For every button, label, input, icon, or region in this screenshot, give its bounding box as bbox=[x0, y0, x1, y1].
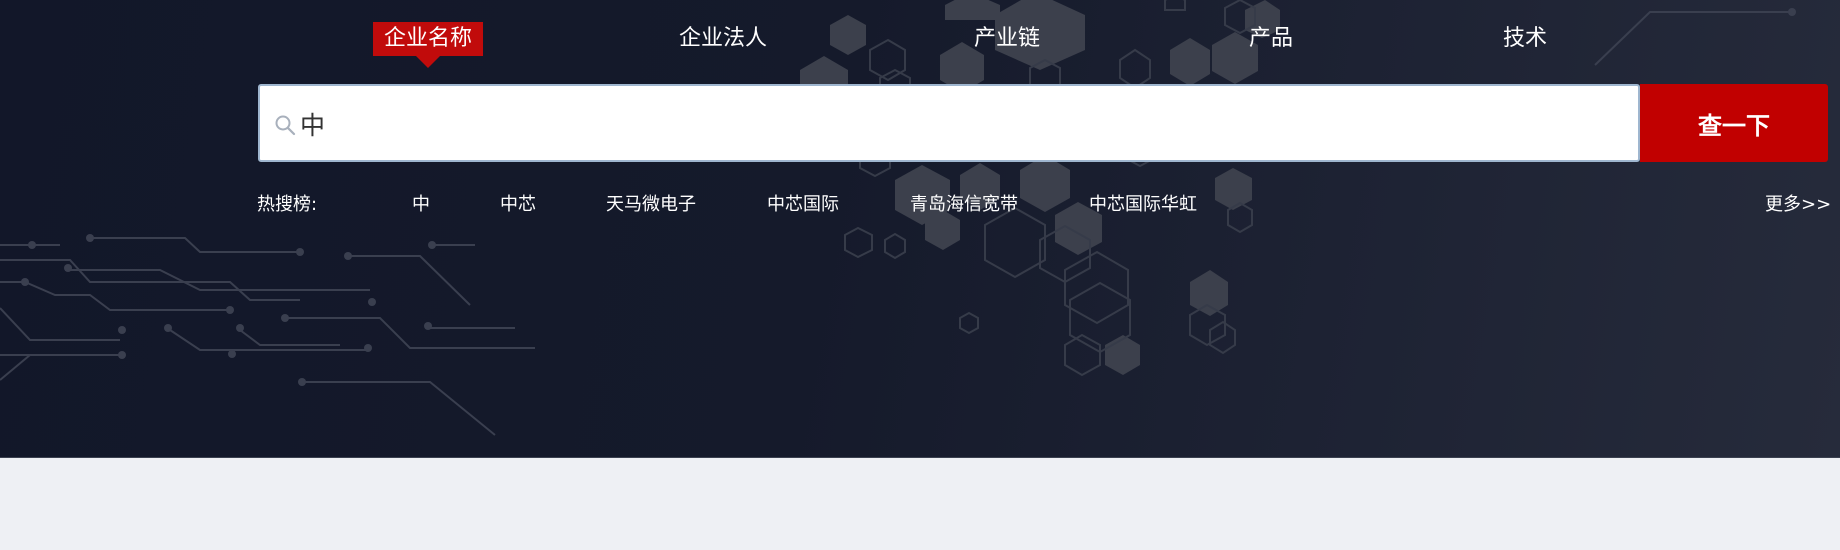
tab-product[interactable]: 产品 bbox=[1249, 22, 1293, 56]
search-box bbox=[258, 84, 1640, 162]
search-input[interactable] bbox=[298, 96, 1602, 152]
content-area bbox=[0, 458, 1840, 550]
tab-industry-chain[interactable]: 产业链 bbox=[974, 22, 1040, 56]
search-button[interactable]: 查一下 bbox=[1640, 84, 1828, 162]
tab-technology[interactable]: 技术 bbox=[1503, 22, 1547, 56]
hot-search-item[interactable]: 中 bbox=[412, 190, 430, 216]
hot-search-label: 热搜榜: bbox=[257, 194, 318, 215]
hot-search-item[interactable]: 中芯国际 bbox=[767, 190, 839, 216]
hot-search-item[interactable]: 青岛海信宽带 bbox=[910, 190, 1018, 216]
tab-legal-person[interactable]: 企业法人 bbox=[679, 22, 767, 56]
hot-search-bar: 热搜榜: 中 中芯 天马微电子 中芯国际 青岛海信宽带 中芯国际华虹 更多>> bbox=[0, 190, 1840, 220]
search-type-tabs: 企业名称 企业法人 产业链 产品 技术 bbox=[0, 0, 1840, 80]
hot-search-item[interactable]: 天马微电子 bbox=[606, 190, 696, 216]
more-link[interactable]: 更多>> bbox=[1765, 190, 1831, 216]
hot-search-item[interactable]: 中芯国际华虹 bbox=[1089, 190, 1197, 216]
search-icon bbox=[275, 115, 296, 136]
tab-company-name[interactable]: 企业名称 bbox=[373, 22, 484, 68]
hot-search-item[interactable]: 中芯 bbox=[500, 190, 536, 216]
